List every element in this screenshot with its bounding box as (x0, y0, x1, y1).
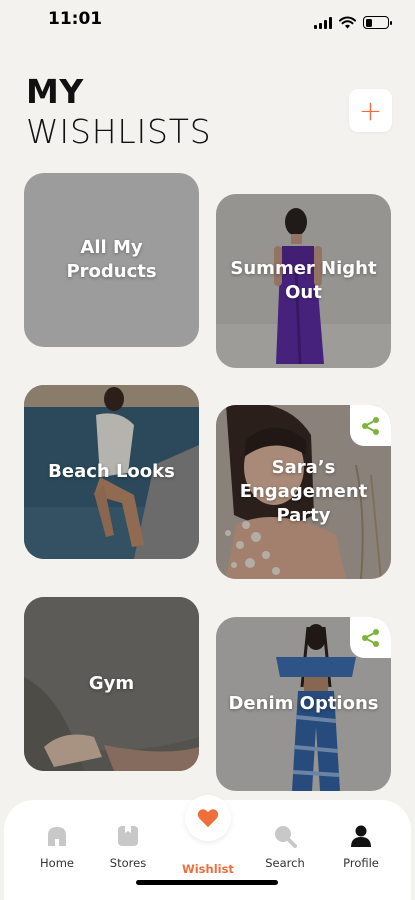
nav-label-home: Home (40, 856, 74, 870)
plus-icon: + (358, 93, 383, 127)
nav-label-profile: Profile (343, 856, 379, 870)
add-wishlist-button[interactable]: + (349, 89, 392, 132)
wishlist-card-beach-looks[interactable]: Beach Looks (24, 385, 199, 559)
heart-icon (197, 809, 219, 828)
home-icon (48, 827, 66, 846)
stores-icon (118, 826, 138, 846)
profile-icon (351, 825, 371, 847)
wishlist-card-label: Beach Looks (48, 461, 175, 482)
wishlist-card-saras-engagement-party[interactable]: Sara’s Engagement Party (216, 405, 391, 579)
nav-item-home[interactable]: Home (22, 824, 92, 870)
page-title-line2: WISHLISTS (26, 112, 212, 151)
home-indicator (136, 880, 278, 885)
wishlist-card-all-products[interactable]: All My Products (24, 173, 199, 347)
page-title-line1: MY (26, 72, 84, 111)
wishlist-card-label: All My Products (66, 237, 157, 282)
nav-label-wishlist: Wishlist (182, 862, 234, 876)
nav-label-search: Search (265, 856, 305, 870)
wifi-icon (339, 16, 356, 29)
share-icon (361, 416, 379, 435)
share-icon (361, 628, 379, 647)
status-bar: 11:01 (0, 0, 415, 40)
nav-item-search[interactable]: Search (250, 824, 320, 870)
wishlist-card-summer-night-out[interactable]: Summer Night Out (216, 194, 391, 368)
status-time: 11:01 (48, 9, 103, 29)
battery-icon (363, 16, 392, 29)
search-icon (275, 826, 297, 848)
nav-item-stores[interactable]: Stores (93, 824, 163, 870)
signal-icon (314, 16, 332, 29)
wishlist-card-gym[interactable]: Gym (24, 597, 199, 771)
share-button[interactable] (350, 617, 391, 658)
wishlist-card-label: Sara’s Engagement Party (239, 457, 368, 526)
wishlist-card-label: Gym (88, 673, 135, 694)
wishlist-card-label: Summer Night Out (230, 258, 377, 303)
nav-item-profile[interactable]: Profile (326, 824, 396, 870)
share-button[interactable] (350, 405, 391, 446)
nav-label-stores: Stores (109, 856, 147, 870)
wishlist-card-denim-options[interactable]: Denim Options (216, 617, 391, 791)
wishlist-tab-button[interactable] (185, 795, 231, 841)
wishlist-card-label: Denim Options (228, 693, 379, 714)
status-icons (314, 16, 392, 29)
